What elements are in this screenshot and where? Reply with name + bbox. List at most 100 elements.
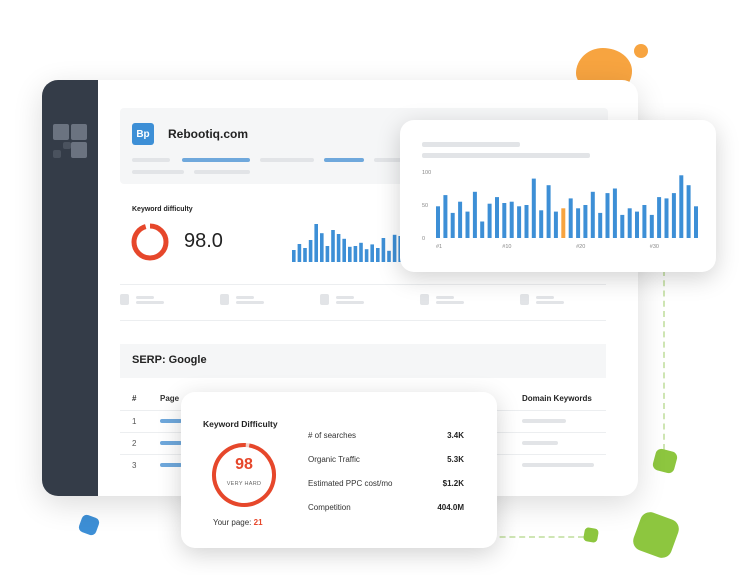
x-tick-label: #30 <box>650 244 659 250</box>
decor-green-square <box>651 447 679 475</box>
bar[interactable] <box>686 185 691 238</box>
mini-bar <box>336 234 341 262</box>
bar[interactable] <box>568 198 573 238</box>
decor-green-square <box>630 509 682 561</box>
decor-blue-blob <box>77 513 101 537</box>
bar[interactable] <box>590 191 595 238</box>
ranking-bar-chart: 100 50 0 #1 #10 #20 #30 <box>422 170 698 250</box>
mini-bar <box>387 250 391 262</box>
bar[interactable] <box>664 198 669 238</box>
bar[interactable] <box>450 212 455 238</box>
mini-bar <box>370 244 374 262</box>
mini-bar <box>331 230 335 262</box>
mini-bar <box>314 224 318 262</box>
y-tick-label: 100 <box>422 170 431 176</box>
bar[interactable] <box>436 206 440 238</box>
mini-bar <box>292 250 296 262</box>
bar[interactable] <box>627 208 632 238</box>
x-tick-label: #1 <box>436 244 442 250</box>
bar[interactable] <box>443 195 448 238</box>
tab-placeholder[interactable] <box>324 158 364 162</box>
metric-row-ppc-cost: Estimated PPC cost/mo $1.2K <box>308 479 464 488</box>
placeholder-bar <box>194 170 250 174</box>
table-row-link[interactable] <box>160 441 182 445</box>
bar[interactable] <box>553 211 558 238</box>
bar[interactable] <box>546 185 551 238</box>
bar[interactable] <box>465 211 470 238</box>
table-row-link[interactable] <box>160 463 182 467</box>
bar[interactable] <box>480 221 485 239</box>
metric-icon <box>120 294 129 305</box>
mini-bar <box>376 248 380 262</box>
y-tick-label: 50 <box>422 203 428 209</box>
bar[interactable] <box>657 197 662 238</box>
bar[interactable] <box>517 206 522 238</box>
table-row-index: 2 <box>132 439 137 448</box>
divider <box>120 284 606 285</box>
column-header-domain-keywords[interactable]: Domain Keywords <box>522 394 592 403</box>
bar[interactable] <box>502 203 507 238</box>
placeholder-bar <box>436 301 464 304</box>
mini-bar <box>359 242 363 262</box>
bar[interactable] <box>531 178 536 238</box>
column-header-index: # <box>132 394 137 403</box>
placeholder-bar <box>522 441 558 445</box>
ranking-chart-card: 100 50 0 #1 #10 #20 #30 <box>400 120 716 272</box>
metric-row-competition: Competition 404.0M <box>308 503 464 512</box>
your-page-label: Your page: <box>213 518 252 527</box>
metric-icon <box>220 294 229 305</box>
mini-bar <box>297 244 302 262</box>
bar[interactable] <box>605 193 610 238</box>
placeholder-bar <box>536 296 554 299</box>
bar[interactable] <box>598 212 603 238</box>
tab-placeholder[interactable] <box>260 158 314 162</box>
tab-placeholder[interactable] <box>182 158 250 162</box>
bar[interactable] <box>472 191 477 238</box>
mini-bar <box>381 238 386 262</box>
placeholder-bar <box>536 301 564 304</box>
keyword-difficulty-label: Keyword difficulty <box>132 206 193 213</box>
kd-card-title: Keyword Difficulty <box>203 419 278 429</box>
placeholder-bar <box>132 158 170 162</box>
metric-row-organic-traffic: Organic Traffic 5.3K <box>308 455 464 464</box>
bar[interactable] <box>458 201 463 238</box>
mini-bar <box>348 246 352 262</box>
table-row-link[interactable] <box>160 419 182 423</box>
bar[interactable] <box>671 193 676 238</box>
bar[interactable] <box>620 214 625 238</box>
serp-title: SERP: Google <box>132 354 207 366</box>
kd-score: 98 <box>235 456 253 473</box>
bar[interactable] <box>679 175 684 238</box>
your-page-score: Your page: 21 <box>213 518 263 527</box>
difficulty-ring-icon <box>131 223 169 261</box>
metric-label: # of searches <box>308 431 357 440</box>
divider <box>120 320 606 321</box>
bar[interactable] <box>524 205 529 238</box>
bar[interactable] <box>509 201 514 238</box>
bar[interactable] <box>539 210 544 238</box>
mini-bar <box>325 246 330 262</box>
bar-highlighted[interactable] <box>561 208 566 238</box>
bar[interactable] <box>495 197 499 238</box>
placeholder-bar <box>336 296 354 299</box>
decor-dashed-line <box>663 270 665 450</box>
y-tick-label: 0 <box>422 236 425 242</box>
mini-bar <box>353 246 358 262</box>
mini-bar <box>320 233 324 262</box>
bar[interactable] <box>576 208 581 238</box>
placeholder-bar <box>132 170 184 174</box>
bar[interactable] <box>612 188 617 239</box>
bar[interactable] <box>642 205 647 238</box>
app-logo-icon[interactable] <box>53 124 87 158</box>
site-badge: Bp <box>132 123 154 145</box>
kd-level: VERY HARD <box>226 481 262 487</box>
bar[interactable] <box>635 211 639 238</box>
column-header-page[interactable]: Page <box>160 394 179 403</box>
bar[interactable] <box>487 203 492 238</box>
metric-value: $1.2K <box>442 479 464 488</box>
sidebar <box>42 80 98 496</box>
bar[interactable] <box>694 206 698 238</box>
bar[interactable] <box>583 205 588 238</box>
keyword-difficulty-value: 98.0 <box>184 230 223 252</box>
bar[interactable] <box>649 214 654 238</box>
